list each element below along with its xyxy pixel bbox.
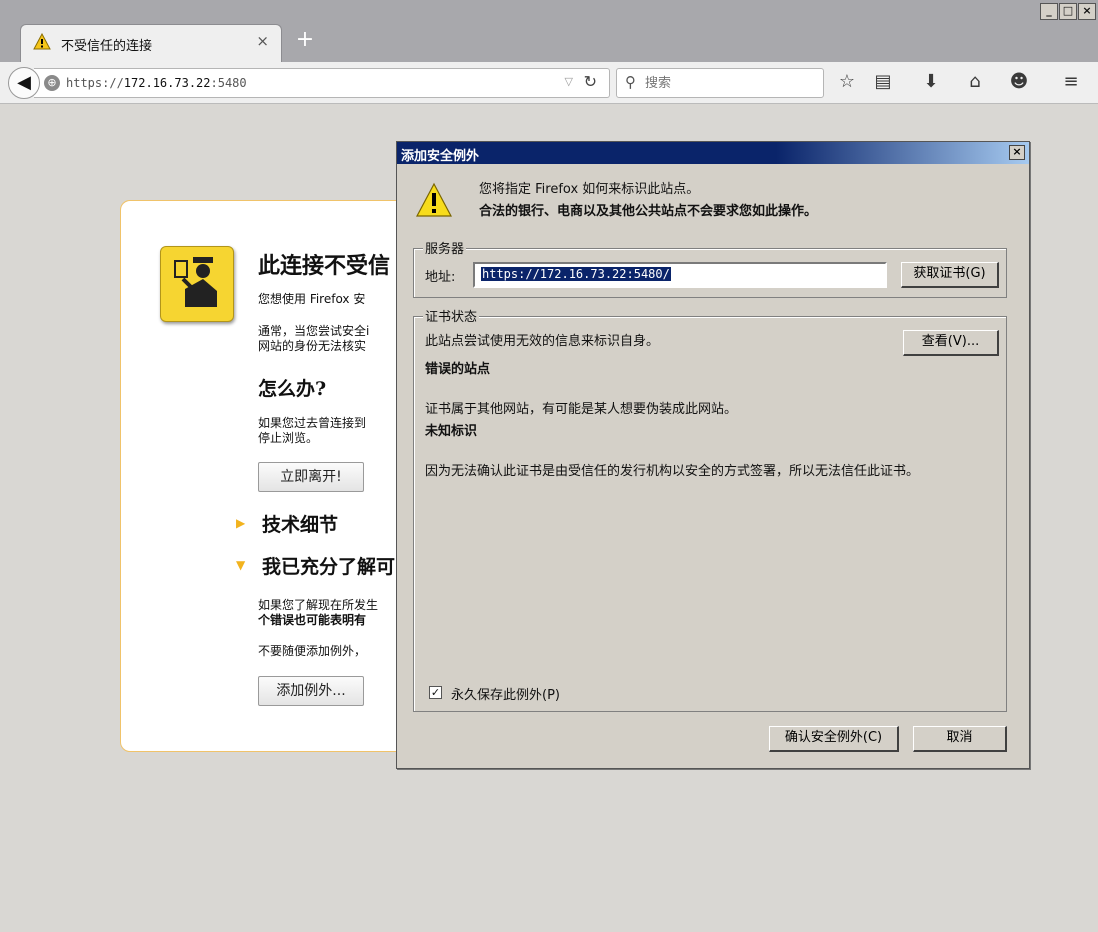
url-dropdown-icon[interactable]: ▽ <box>565 75 573 88</box>
dialog-titlebar[interactable]: 添加安全例外 × <box>397 142 1029 164</box>
new-tab-button[interactable]: + <box>290 26 320 56</box>
status-invalid-info: 此站点尝试使用无效的信息来标识自身。 <box>425 334 660 349</box>
collapsed-arrow-icon: ▶ <box>236 516 246 530</box>
expanded-arrow-icon: ▼ <box>236 558 246 572</box>
status-other-site: 证书属于其他网站，有可能是某人想要伪装成此网站。 <box>425 402 738 417</box>
add-exception-button[interactable]: 添加例外... <box>258 676 364 706</box>
technical-details-toggle[interactable]: 技术细节 <box>262 510 396 537</box>
dialog-intro-line2: 合法的银行、电商以及其他公共站点不会要求您如此操作。 <box>479 204 818 219</box>
maximize-button[interactable]: □ <box>1059 3 1077 20</box>
cancel-button[interactable]: 取消 <box>913 726 1007 752</box>
get-me-out-button[interactable]: 立即离开! <box>258 462 364 492</box>
page-text-usually-1: 通常，当您尝试安全i <box>258 324 370 338</box>
dialog-intro-line1: 您将指定 Firefox 如何来标识此站点。 <box>479 182 700 197</box>
globe-icon: ⊕ <box>44 75 60 91</box>
tab-title: 不受信任的连接 <box>61 39 153 54</box>
page-title: 此连接不受信 <box>258 253 391 279</box>
reading-list-icon[interactable]: ▤ <box>870 71 896 95</box>
page-text-intro: 您想使用 Firefox 安 <box>258 292 366 306</box>
wrong-site-heading: 错误的站点 <box>425 362 491 377</box>
dialog-title: 添加安全例外 <box>401 149 480 164</box>
get-certificate-button[interactable]: 获取证书(G) <box>901 262 999 288</box>
understand-risks-toggle[interactable]: 我已充分了解可 <box>262 552 396 579</box>
download-icon[interactable]: ⬇ <box>918 71 944 95</box>
permanent-exception-label[interactable]: 永久保存此例外(P) <box>451 684 560 703</box>
tab-close-icon[interactable]: × <box>256 32 269 50</box>
window-close-button[interactable]: × <box>1078 3 1096 20</box>
view-certificate-button[interactable]: 查看(V)... <box>903 330 999 356</box>
bookmark-star-icon[interactable]: ☆ <box>834 71 860 95</box>
page-text-dont-add: 不要随便添加例外， <box>258 644 367 658</box>
permanent-exception-checkbox[interactable]: ✓ <box>429 686 442 699</box>
confirm-exception-button[interactable]: 确认安全例外(C) <box>769 726 899 752</box>
server-legend: 服务器 <box>423 238 467 257</box>
page-text-risks-1: 如果您了解现在所发生 <box>258 598 379 612</box>
search-input[interactable] <box>645 73 815 93</box>
warning-icon <box>416 182 452 217</box>
url-bar[interactable]: ⊕ https://172.16.73.22:5480 ▽ ↻ <box>34 68 610 98</box>
check-mark-icon: ✓ <box>430 686 441 699</box>
page-text-usually-2: 网站的身份无法核实 <box>258 339 367 353</box>
page-text-risks-2: 个错误也可能表明有 <box>258 613 367 627</box>
minimize-button[interactable]: _ <box>1040 3 1058 20</box>
menu-icon[interactable]: ≡ <box>1058 71 1084 95</box>
address-label: 地址: <box>425 270 456 285</box>
back-button[interactable]: ◀ <box>8 67 40 99</box>
warning-icon <box>33 33 51 50</box>
address-input[interactable]: https://172.16.73.22:5480/ <box>473 262 887 288</box>
search-icon: ⚲ <box>625 73 636 91</box>
tab-strip: 不受信任的连接 × + _ □ × <box>0 0 1098 62</box>
unknown-identity-heading: 未知标识 <box>425 424 478 439</box>
url-text: https://172.16.73.22:5480 <box>66 76 247 90</box>
tab-untrusted-connection[interactable]: 不受信任的连接 × <box>20 24 282 62</box>
certificate-status-group <box>413 316 1007 712</box>
chat-icon[interactable]: ☻ <box>1006 71 1032 95</box>
search-bar[interactable]: ⚲ <box>616 68 824 98</box>
home-icon[interactable]: ⌂ <box>962 71 988 95</box>
navigation-toolbar: ⊕ https://172.16.73.22:5480 ▽ ↻ ◀ ⚲ ☆ ▤ … <box>0 62 1098 104</box>
page-text-previous-1: 如果您过去曾连接到 <box>258 416 367 430</box>
back-arrow-icon: ◀ <box>17 72 31 93</box>
identity-officer-icon <box>160 246 234 322</box>
certificate-status-legend: 证书状态 <box>423 306 480 325</box>
status-untrusted-issuer: 因为无法确认此证书是由受信任的发行机构以安全的方式签署，所以无法信任此证书。 <box>425 464 920 479</box>
reload-icon[interactable]: ↻ <box>584 72 597 91</box>
add-security-exception-dialog: 添加安全例外 × 您将指定 Firefox 如何来标识此站点。 合法的银行、电商… <box>396 141 1030 769</box>
what-to-do-heading: 怎么办? <box>258 378 327 400</box>
page-text-previous-2: 停止浏览。 <box>258 431 319 445</box>
dialog-close-button[interactable]: × <box>1009 145 1025 160</box>
